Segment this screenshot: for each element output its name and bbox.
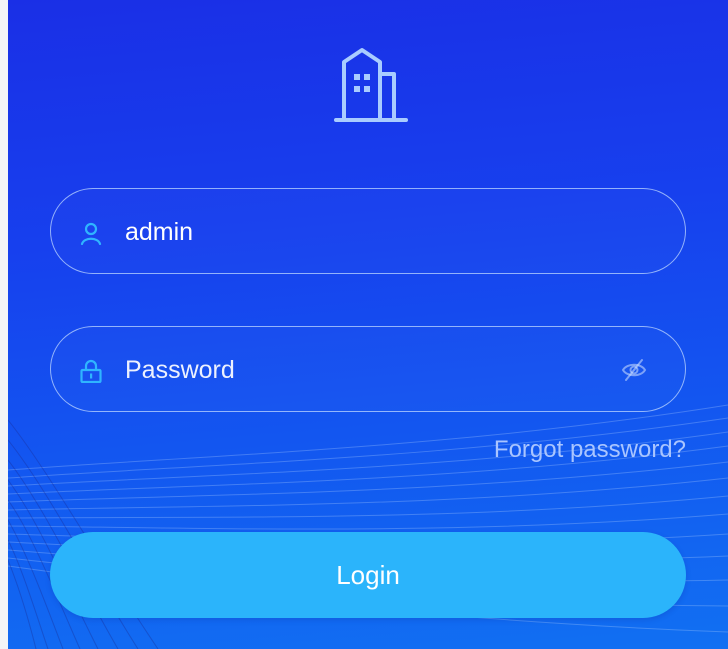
username-input[interactable]	[123, 211, 597, 253]
lock-icon	[79, 359, 103, 384]
password-input[interactable]	[123, 349, 597, 391]
user-icon	[79, 221, 103, 246]
building-icon	[328, 40, 412, 124]
username-field[interactable]	[50, 188, 686, 274]
login-screen: Forgot password? Login	[0, 0, 728, 649]
eye-off-icon[interactable]	[621, 358, 647, 382]
forgot-password-link[interactable]: Forgot password?	[494, 436, 686, 464]
login-button[interactable]: Login	[50, 532, 686, 618]
password-field[interactable]	[50, 326, 686, 412]
